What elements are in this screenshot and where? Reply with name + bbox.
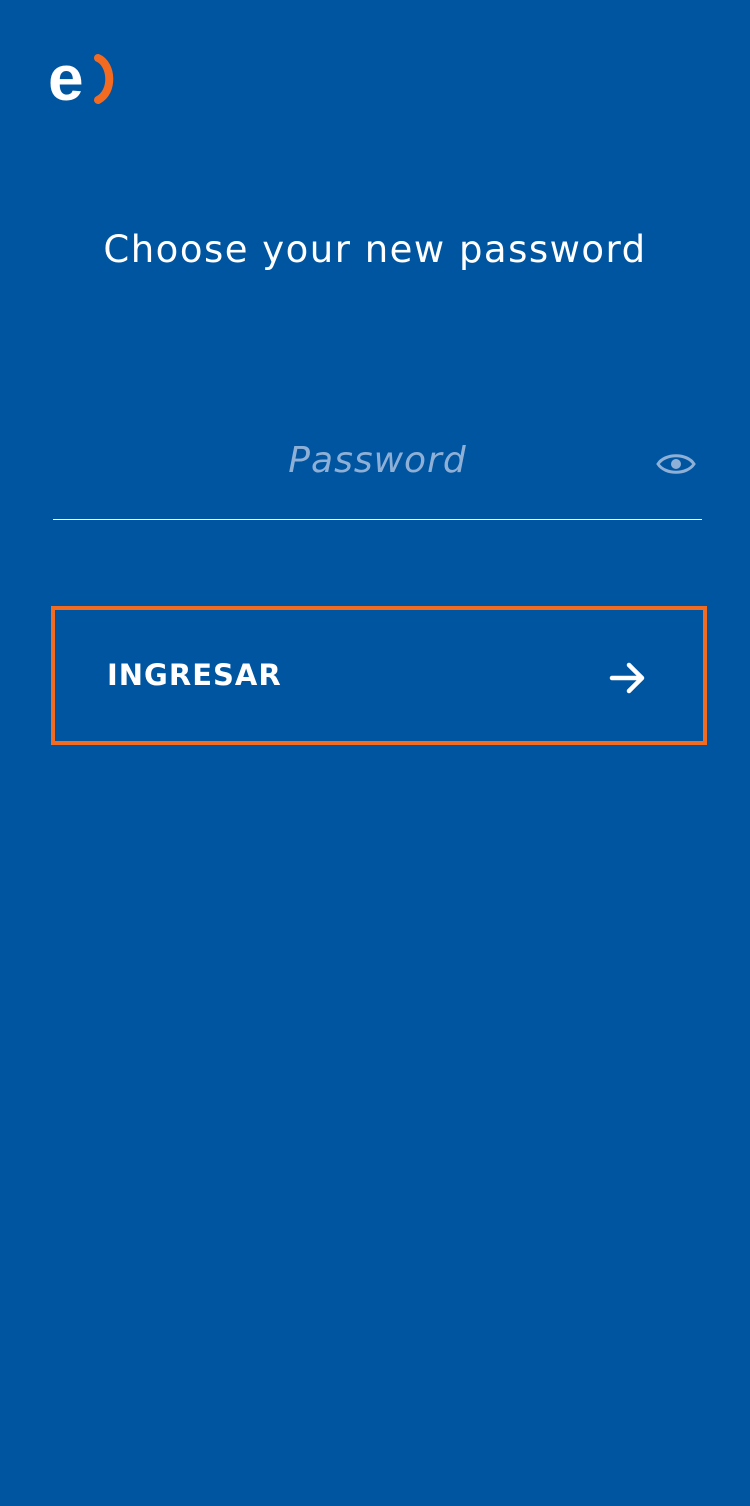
eye-icon[interactable] — [656, 444, 696, 484]
password-input[interactable] — [53, 420, 702, 500]
ingresar-button-label: INGRESAR — [107, 658, 282, 692]
svg-text:e: e — [48, 50, 84, 106]
new-password-screen: e Choose your new password INGRESAR — [0, 0, 750, 1506]
ingresar-button[interactable]: INGRESAR — [51, 606, 707, 745]
password-field — [53, 420, 702, 520]
enel-logo-icon: e — [48, 50, 114, 106]
arrow-right-icon — [609, 662, 645, 694]
page-title: Choose your new password — [103, 228, 647, 271]
